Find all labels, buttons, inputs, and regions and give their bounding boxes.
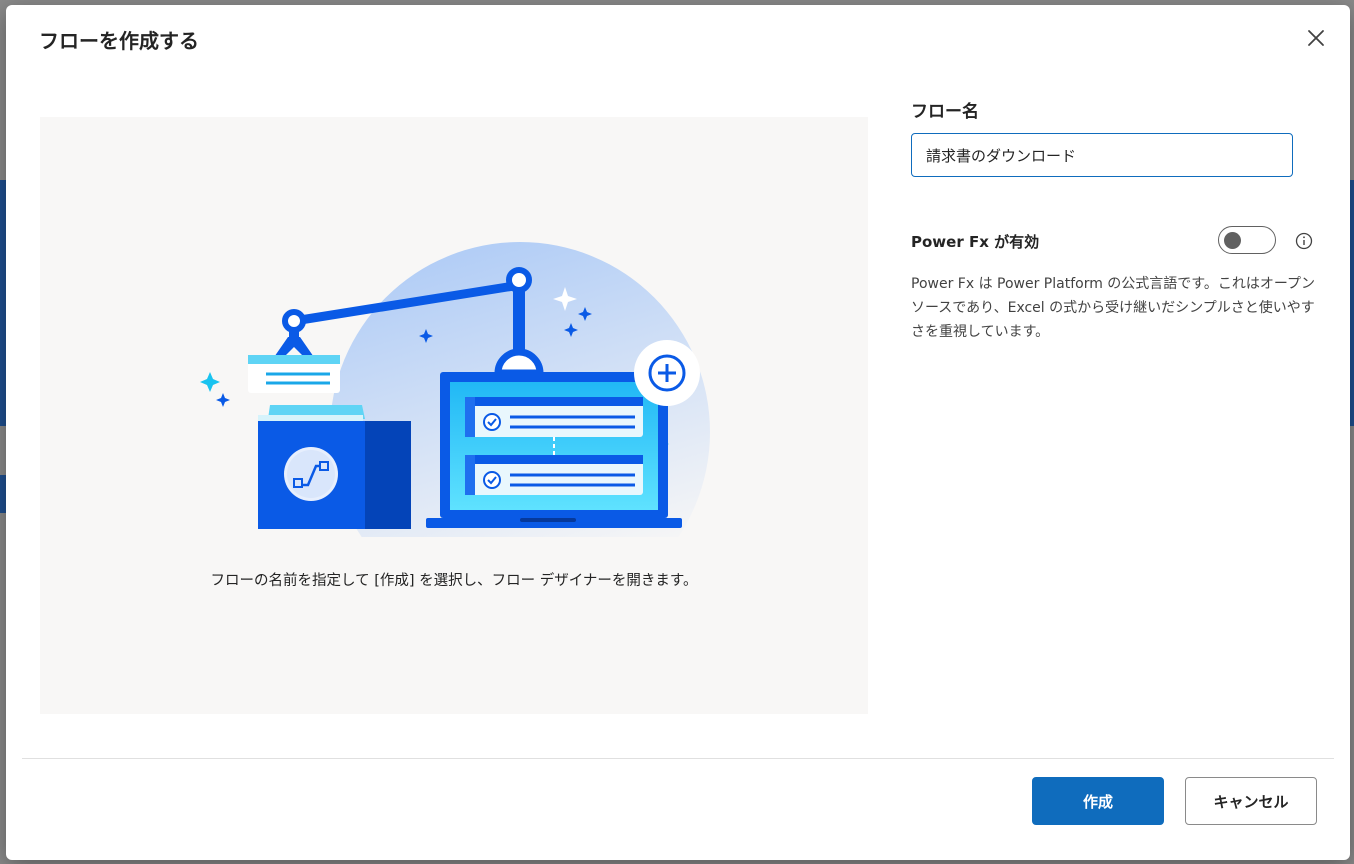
create-flow-dialog: フローを作成する フローの名前を指定して [作成] を選択し、フロー デザイナー…	[6, 5, 1350, 860]
cancel-button[interactable]: キャンセル	[1185, 777, 1317, 825]
flow-step-card	[465, 397, 643, 437]
footer-divider	[22, 758, 1334, 759]
background-app-band	[1350, 180, 1354, 426]
sparkle-icon	[216, 393, 230, 407]
powerfx-description: Power Fx は Power Platform の公式言語です。これはオープ…	[911, 276, 1316, 340]
create-button[interactable]: 作成	[1032, 777, 1164, 825]
info-icon[interactable]	[1295, 232, 1313, 250]
flow-name-input[interactable]	[911, 133, 1293, 177]
close-button[interactable]	[1302, 24, 1330, 52]
illustration-panel: フローの名前を指定して [作成] を選択し、フロー デザイナーを開きます。	[40, 117, 868, 714]
flow-illustration	[200, 242, 710, 537]
powerfx-toggle[interactable]	[1218, 226, 1276, 254]
flow-name-label: フロー名	[911, 102, 979, 122]
toggle-knob	[1224, 232, 1241, 249]
illustration-caption: フローの名前を指定して [作成] を選択し、フロー デザイナーを開きます。	[210, 573, 698, 589]
sparkle-icon	[200, 372, 220, 392]
dialog-title: フローを作成する	[39, 29, 199, 53]
flow-step-card	[465, 455, 643, 495]
close-icon	[1308, 30, 1324, 46]
powerfx-label: Power Fx が有効	[911, 233, 1040, 251]
